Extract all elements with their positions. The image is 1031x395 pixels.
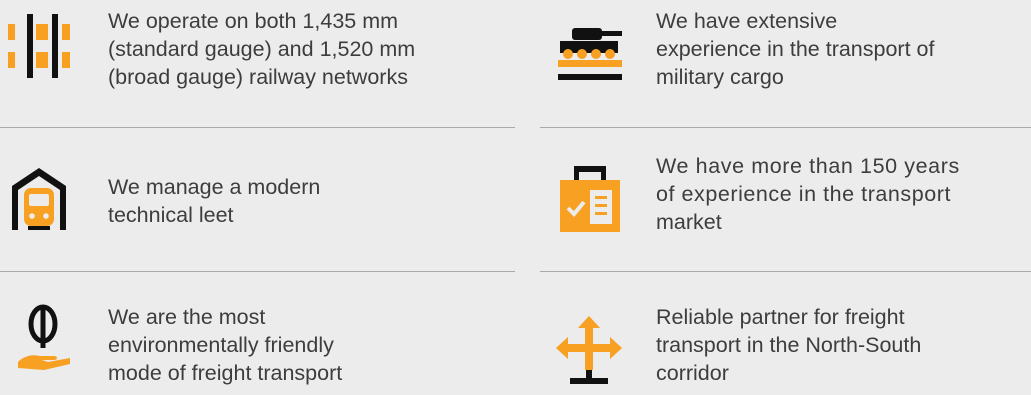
feature-line: mode of freight transport xyxy=(108,361,343,385)
feature-text-standard-gauge: We operate on both 1,435 mm (standard ga… xyxy=(108,7,415,91)
feature-text-north-south: Reliable partner for freight transport i… xyxy=(656,303,921,387)
feature-line: market xyxy=(656,210,722,234)
directions-arrows-icon xyxy=(556,316,624,388)
feature-line: environmentally friendly xyxy=(108,333,334,357)
divider-row1-left xyxy=(0,127,515,128)
feature-line: We manage a modern xyxy=(108,175,321,199)
feature-line: transport in the North-South xyxy=(656,333,922,357)
divider-row1-right xyxy=(540,127,1031,128)
leaf-on-hand-icon xyxy=(14,302,72,372)
feature-text-eco-friendly: We are the most environmentally friendly… xyxy=(108,303,342,387)
divider-row2-left xyxy=(0,271,515,272)
feature-line: We operate on both 1,435 mm xyxy=(108,9,399,33)
divider-row2-right xyxy=(540,271,1031,272)
feature-text-military-cargo: We have extensive experience in the tran… xyxy=(656,7,934,91)
feature-line: experience in the transport of xyxy=(656,37,935,61)
feature-line: We have extensive xyxy=(656,9,838,33)
clipboard-check-icon xyxy=(560,166,622,236)
train-depot-icon xyxy=(8,164,70,234)
feature-line: We have more than 150 years xyxy=(656,154,960,178)
feature-line: technical leet xyxy=(108,203,234,227)
feature-line: Reliable partner for freight xyxy=(656,305,905,329)
feature-line: of experience in the transport xyxy=(656,182,951,206)
feature-line: (standard gauge) and 1,520 mm xyxy=(108,37,416,61)
feature-line: (broad gauge) railway networks xyxy=(108,65,408,89)
feature-text-technical-fleet: We manage a modern technical leet xyxy=(108,173,320,229)
feature-line: We are the most xyxy=(108,305,266,329)
features-grid: We operate on both 1,435 mm (standard ga… xyxy=(0,0,1031,395)
feature-line: military cargo xyxy=(656,65,784,89)
feature-text-150-years: We have more than 150 years of experienc… xyxy=(656,152,960,236)
feature-line: corridor xyxy=(656,361,729,385)
rail-track-icon xyxy=(8,14,70,78)
tank-on-wagon-icon xyxy=(556,22,624,86)
